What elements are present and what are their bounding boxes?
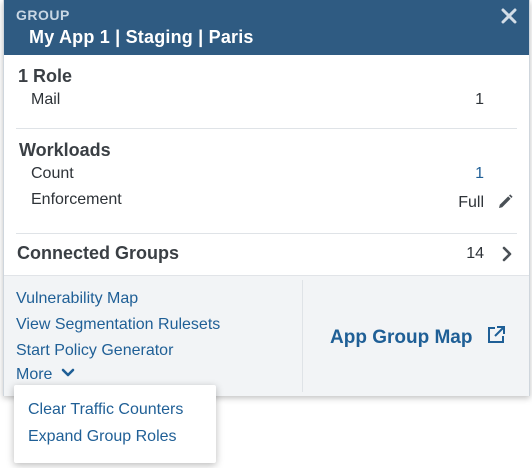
workload-count-link[interactable]: 1 bbox=[475, 165, 484, 183]
app-group-map-label: App Group Map bbox=[330, 327, 473, 348]
panel-kicker: GROUP bbox=[16, 7, 70, 23]
role-item-value: 1 bbox=[475, 91, 484, 108]
roles-title: 1 Role bbox=[18, 66, 73, 86]
pencil-icon[interactable] bbox=[496, 193, 514, 211]
panel-title: My App 1 | Staging | Paris bbox=[29, 27, 254, 47]
start-policy-generator-link[interactable]: Start Policy Generator bbox=[16, 342, 173, 360]
connected-groups-row[interactable]: Connected Groups 14 bbox=[4, 236, 529, 274]
footer-divider bbox=[302, 280, 303, 392]
chevron-right-icon bbox=[500, 245, 514, 263]
workloads-title: Workloads bbox=[19, 140, 111, 160]
panel-footer: Vulnerability Map View Segmentation Rule… bbox=[4, 275, 529, 396]
more-label: More bbox=[16, 366, 53, 383]
app-group-map-link[interactable]: App Group Map bbox=[330, 325, 506, 349]
expand-group-roles-item[interactable]: Expand Group Roles bbox=[28, 428, 177, 446]
connected-groups-label: Connected Groups bbox=[17, 243, 180, 263]
enforcement-label: Enforcement bbox=[31, 191, 122, 208]
external-link-icon bbox=[486, 325, 506, 345]
more-menu-toggle[interactable]: More bbox=[16, 366, 75, 384]
panel-header: GROUP My App 1 | Staging | Paris bbox=[4, 0, 529, 55]
divider bbox=[16, 233, 517, 234]
divider bbox=[16, 128, 517, 129]
clear-traffic-counters-item[interactable]: Clear Traffic Counters bbox=[28, 401, 183, 419]
more-dropdown-menu: Clear Traffic Counters Expand Group Role… bbox=[14, 385, 216, 463]
view-segmentation-rulesets-link[interactable]: View Segmentation Rulesets bbox=[16, 316, 220, 334]
connected-groups-count: 14 bbox=[466, 245, 484, 262]
role-item-label: Mail bbox=[31, 91, 61, 108]
chevron-down-icon bbox=[61, 366, 75, 378]
enforcement-value: Full bbox=[458, 194, 484, 211]
workload-count-label: Count bbox=[31, 165, 74, 182]
group-panel: GROUP My App 1 | Staging | Paris 1 Role … bbox=[3, 0, 530, 396]
close-icon[interactable] bbox=[499, 6, 519, 26]
vulnerability-map-link[interactable]: Vulnerability Map bbox=[16, 290, 138, 308]
